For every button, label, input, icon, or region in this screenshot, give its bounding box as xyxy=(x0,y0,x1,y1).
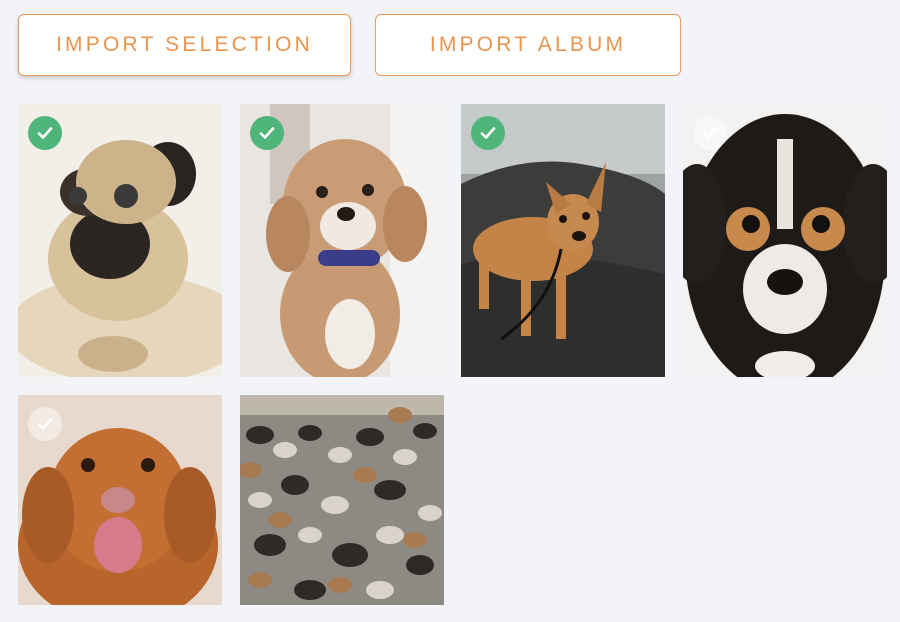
selected-check-icon[interactable] xyxy=(28,116,62,150)
dog-group-photo xyxy=(240,395,444,605)
photo-tile-tricolor-puppy[interactable] xyxy=(683,104,887,377)
photo-tile-retriever[interactable] xyxy=(18,395,222,605)
photo-tile-dog-group[interactable] xyxy=(240,395,444,605)
selected-check-icon[interactable] xyxy=(250,116,284,150)
import-selection-button[interactable]: IMPORT SELECTION xyxy=(18,14,351,76)
unselected-check-icon[interactable] xyxy=(28,407,62,441)
import-album-button[interactable]: IMPORT ALBUM xyxy=(375,14,681,76)
selected-check-icon[interactable] xyxy=(471,116,505,150)
unselected-check-icon[interactable] xyxy=(693,116,727,150)
photo-tile-curly-dog[interactable] xyxy=(240,104,444,377)
photo-tile-pug[interactable] xyxy=(18,104,222,377)
photo-tile-chihuahua[interactable] xyxy=(461,104,665,377)
